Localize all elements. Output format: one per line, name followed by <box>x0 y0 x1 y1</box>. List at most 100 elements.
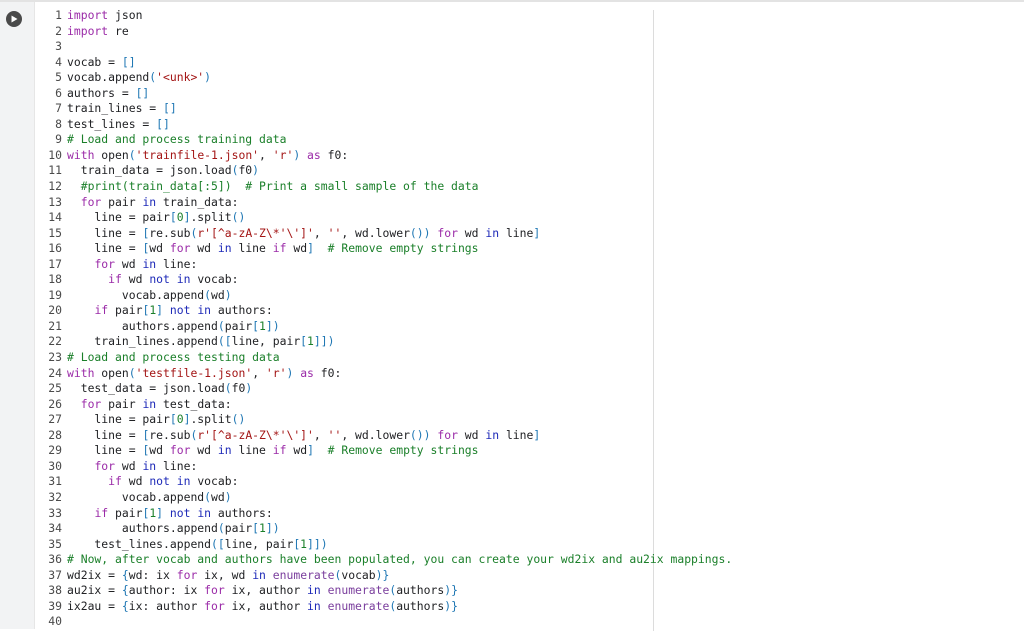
code-token: [] <box>156 116 170 131</box>
code-line[interactable]: 19 vocab.append(wd) <box>35 288 732 304</box>
line-number: 10 <box>48 147 62 162</box>
code-token: import <box>67 23 109 38</box>
line-number: 38 <box>48 583 62 598</box>
code-line[interactable]: 18 if wd not in vocab: <box>35 272 732 288</box>
code-token: pair <box>101 194 143 209</box>
code-line[interactable]: 28 line = [re.sub(r'[^a-zA-Z\*'\']', '',… <box>35 428 732 444</box>
code-line[interactable]: 40 <box>35 614 732 630</box>
code-line[interactable]: 2 import re <box>35 24 732 40</box>
code-line[interactable]: 7 train_lines = [] <box>35 101 732 117</box>
code-token: pair <box>224 318 253 333</box>
code-line[interactable]: 23 # Load and process testing data <box>35 350 732 366</box>
code-token: for <box>169 241 191 256</box>
code-token: [ <box>252 318 260 333</box>
code-token: r'[^a-zA-Z\*'\']' <box>197 225 314 240</box>
line-number: 8 <box>55 116 62 131</box>
code-token: ([ <box>217 334 232 349</box>
code-line[interactable]: 29 line = [wd for wd in line if wd] # Re… <box>35 443 732 459</box>
code-token: ) <box>245 381 253 396</box>
code-line[interactable]: 35 test_lines.append([line, pair[1]]) <box>35 537 732 553</box>
code-token: as <box>300 147 321 162</box>
code-line[interactable]: 6 authors = [] <box>35 86 732 102</box>
code-token: if <box>108 474 122 489</box>
code-line[interactable]: 14 line = pair[0].split() <box>35 210 732 226</box>
code-line[interactable]: 8 test_lines = [] <box>35 117 732 133</box>
code-token: train_lines = <box>67 101 164 116</box>
code-line[interactable]: 25 test_data = json.load(f0) <box>35 381 732 397</box>
code-line[interactable]: 38 au2ix = {author: ix for ix, author in … <box>35 583 732 599</box>
line-number: 11 <box>48 163 62 178</box>
code-line[interactable]: 13 for pair in train_data: <box>35 195 732 211</box>
line-number: 15 <box>48 225 62 240</box>
code-line[interactable]: 33 if pair[1] not in authors: <box>35 506 732 522</box>
code-line[interactable]: 9 # Load and process training data <box>35 132 732 148</box>
code-line[interactable]: 37 wd2ix = {wd: ix for ix, wd in enumerat… <box>35 568 732 584</box>
line-number: 23 <box>48 350 62 365</box>
code-token: { <box>121 598 129 613</box>
code-token: in <box>142 194 157 209</box>
code-token: json <box>108 8 143 22</box>
run-cell-button[interactable] <box>6 11 22 27</box>
code-token: in <box>252 567 266 582</box>
code-line[interactable]: 5 vocab.append('<unk>') <box>35 70 732 86</box>
code-token: ix, author <box>224 598 308 613</box>
line-number: 28 <box>48 427 62 442</box>
code-lines: 1 import json 2 import re 3 4 vocab = [] 5 vocab… <box>35 8 732 630</box>
code-line[interactable]: 32 vocab.append(wd) <box>35 490 732 506</box>
code-token: ] <box>533 225 541 240</box>
code-token: if <box>94 303 109 318</box>
code-line[interactable]: 10 with open('trainfile-1.json', 'r') as … <box>35 148 732 164</box>
code-token: () <box>231 412 246 427</box>
code-token: wd <box>457 225 486 240</box>
code-line[interactable]: 17 for wd in line: <box>35 257 732 273</box>
code-token: ] <box>533 427 541 442</box>
code-line[interactable]: 3 <box>35 39 732 55</box>
code-token: authors <box>396 598 445 613</box>
code-line[interactable]: 4 vocab = [] <box>35 55 732 71</box>
code-token: pair <box>101 396 143 411</box>
code-token: ix2au = <box>67 598 122 613</box>
code-line[interactable]: 12 #print(train_data[:5]) # Print a smal… <box>35 179 732 195</box>
code-token: line <box>499 427 534 442</box>
code-line[interactable]: 39 ix2au = {ix: author for ix, author in … <box>35 599 732 615</box>
code-token: line = <box>67 241 143 256</box>
code-line[interactable]: 20 if pair[1] not in authors: <box>35 303 732 319</box>
code-token: for <box>94 256 116 271</box>
code-line[interactable]: 22 train_lines.append([line, pair[1]]) <box>35 334 732 350</box>
code-token: 'r' <box>272 147 294 162</box>
code-token: 'testfile-1.json' <box>135 365 253 380</box>
code-token: ( <box>128 365 136 380</box>
code-line[interactable]: 34 authors.append(pair[1]) <box>35 521 732 537</box>
code-line[interactable]: 27 line = pair[0].split() <box>35 412 732 428</box>
code-line[interactable]: 31 if wd not in vocab: <box>35 474 732 490</box>
code-token: if <box>94 505 109 520</box>
code-token: , <box>313 225 328 240</box>
code-token: train_data: <box>156 194 239 209</box>
code-token: au2ix = <box>67 583 122 598</box>
code-line[interactable]: 26 for pair in test_data: <box>35 397 732 413</box>
code-line[interactable]: 36 # Now, after vocab and authors have be… <box>35 552 732 568</box>
code-token: #print(train_data[:5]) # Print a small s… <box>80 179 479 194</box>
code-token: , wd.lower <box>341 225 410 240</box>
code-token: wd <box>149 443 170 458</box>
code-line[interactable]: 21 authors.append(pair[1]) <box>35 319 732 335</box>
code-line[interactable]: 30 for wd in line: <box>35 459 732 475</box>
code-editor[interactable]: 1 import json 2 import re 3 4 vocab = [] 5 vocab… <box>34 2 1024 631</box>
code-line[interactable]: 1 import json <box>35 8 732 24</box>
line-number: 35 <box>48 536 62 551</box>
code-token: ]]) <box>307 536 328 551</box>
line-number: 13 <box>48 194 62 209</box>
line-number: 26 <box>48 396 62 411</box>
code-token: ] <box>156 505 164 520</box>
code-line[interactable]: 16 line = [wd for wd in line if wd] # Re… <box>35 241 732 257</box>
code-line[interactable]: 24 with open('testfile-1.json', 'r') as f… <box>35 366 732 382</box>
code-line[interactable]: 11 train_data = json.load(f0) <box>35 163 732 179</box>
code-token: open <box>94 147 129 162</box>
code-token: 'r' <box>265 365 287 380</box>
code-token: .split <box>190 210 232 225</box>
code-line[interactable]: 15 line = [re.sub(r'[^a-zA-Z\*'\']', '',… <box>35 226 732 242</box>
